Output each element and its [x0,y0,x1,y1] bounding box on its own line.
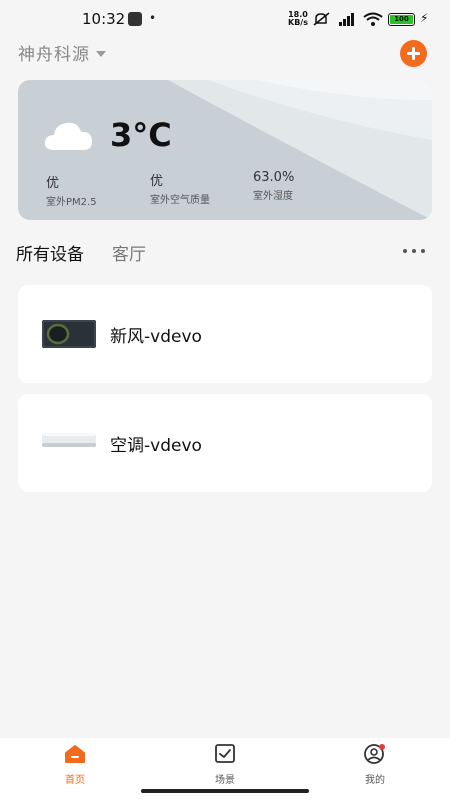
weather-stat-air-quality: 优 室外空气质量 [150,170,210,206]
charging-icon: ⚡ [420,11,429,25]
notification-badge [379,744,385,750]
more-options-icon[interactable] [403,248,425,254]
status-bar: 10:32 • 18.0 KB/s 100 ⚡ [0,0,450,38]
home-icon [65,745,85,763]
nav-label: 场景 [215,775,235,786]
weather-card: 3°C 优 室外PM2.5 优 室外空气质量 63.0% 室外湿度 [18,80,432,220]
nav-label: 首页 [65,775,85,786]
nav-label: 我的 [365,775,385,786]
air-conditioner-icon [42,433,96,447]
nav-scenes[interactable]: 场景 [195,744,255,786]
stat-value: 优 [46,176,60,191]
stat-label: 室外PM2.5 [46,197,97,208]
weather-stat-humidity: 63.0% 室外湿度 [253,170,294,202]
scene-checkbox-icon [215,744,235,763]
home-name: 神舟科源 [18,45,90,65]
device-card-air-conditioner[interactable]: 空调-vdevo [18,394,432,492]
device-name: 空调-vdevo [110,436,202,456]
cloud-icon [44,122,93,150]
stat-value: 63.0% [253,170,295,185]
add-device-button[interactable] [400,40,427,67]
stat-label: 室外空气质量 [150,195,210,206]
home-indicator[interactable] [141,789,309,793]
temperature: 3°C [110,116,172,154]
profile-icon [364,744,385,764]
device-card-fresh-air[interactable]: 新风-vdevo [18,285,432,383]
tab-all-devices[interactable]: 所有设备 [16,240,84,265]
battery-level: 100 [390,15,413,24]
home-switcher[interactable]: 神舟科源 [18,40,106,65]
network-speed-unit: KB/s [288,18,308,27]
chevron-down-icon [96,50,106,57]
wrench-icon [128,12,142,26]
notification-dot-icon: • [149,11,157,25]
network-speed: 18.0 KB/s [288,11,308,27]
silent-icon [313,12,330,26]
nav-home[interactable]: 首页 [45,744,105,786]
nav-profile[interactable]: 我的 [345,744,405,786]
fresh-air-unit-icon [42,320,96,348]
status-time: 10:32 [82,10,126,28]
weather-stat-pm25: 优 室外PM2.5 [46,172,97,208]
device-name: 新风-vdevo [110,327,202,347]
wifi-icon [363,12,383,26]
signal-icon [339,13,354,26]
stat-value: 优 [150,174,164,189]
stat-label: 室外湿度 [253,191,293,202]
tab-living-room[interactable]: 客厅 [112,240,146,265]
battery-icon: 100 [388,13,415,26]
